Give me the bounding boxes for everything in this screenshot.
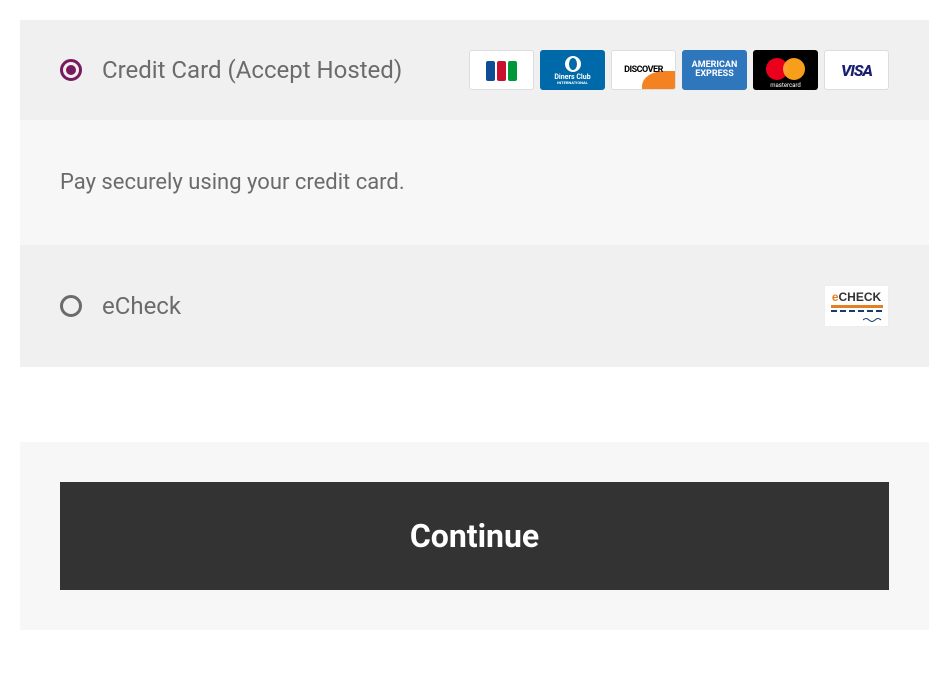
credit-card-label: Credit Card (Accept Hosted) — [102, 56, 449, 84]
visa-icon: VISA — [824, 50, 889, 90]
radio-credit-card[interactable] — [60, 59, 82, 81]
payment-option-echeck[interactable]: eCheck eCHECK — [20, 245, 929, 367]
payment-method-panel: Credit Card (Accept Hosted) Diners Club … — [20, 20, 929, 630]
amex-icon: AMERICAN EXPRESS — [682, 50, 747, 90]
credit-card-description: Pay securely using your credit card. — [20, 120, 929, 245]
diners-club-icon: Diners Club INTERNATIONAL — [540, 50, 605, 90]
continue-section: Continue — [20, 442, 929, 630]
discover-icon: DISCOVER — [611, 50, 676, 90]
continue-button[interactable]: Continue — [60, 482, 889, 590]
card-icons-group: Diners Club INTERNATIONAL DISCOVER AMERI… — [469, 50, 889, 90]
radio-echeck[interactable] — [60, 295, 82, 317]
jcb-icon — [469, 50, 534, 90]
mastercard-icon: mastercard — [753, 50, 818, 90]
payment-option-credit-card[interactable]: Credit Card (Accept Hosted) Diners Club … — [20, 20, 929, 120]
echeck-icon: eCHECK — [824, 285, 889, 327]
echeck-label: eCheck — [102, 292, 804, 320]
